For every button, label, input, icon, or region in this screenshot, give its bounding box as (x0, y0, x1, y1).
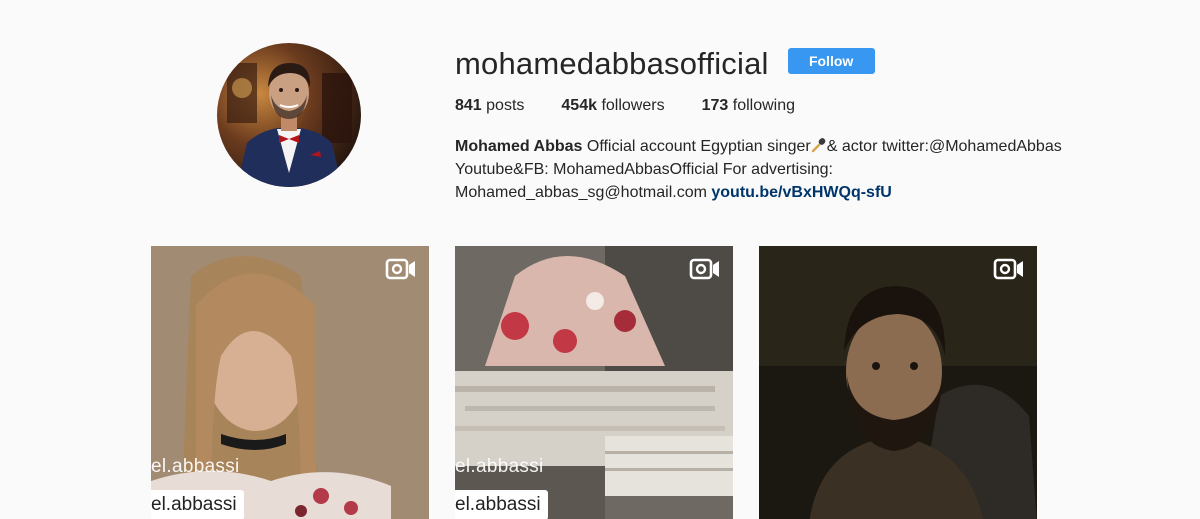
following-count: 173 (701, 97, 729, 114)
following-stat[interactable]: 173 following (702, 97, 795, 115)
microphone-icon (811, 138, 826, 153)
posts-label: posts (486, 97, 525, 114)
bio-link[interactable]: youtu.be/vBxHWQq-sfU (711, 184, 891, 201)
profile-avatar[interactable] (217, 43, 361, 187)
title-row: mohamedabbasofficial Follow (455, 44, 1115, 84)
post-thumbnail[interactable]: el.abbassi el.abbassi (151, 246, 429, 519)
post-watermark: el.abbassi (455, 456, 544, 477)
profile-page: mohamedabbasofficial Follow 841 posts 45… (0, 0, 1200, 519)
post-thumbnail[interactable] (759, 246, 1037, 519)
bio-line-2: Youtube&FB: MohamedAbbasOfficial For adv… (455, 161, 833, 178)
profile-stats: 841 posts 454k followers 173 following (455, 97, 1115, 115)
bio-line-3: Mohamed_abbas_sg@hotmail.com youtu.be/vB… (455, 181, 1115, 204)
post-watermark: el.abbassi (151, 456, 240, 477)
video-camera-icon (689, 258, 719, 280)
post-watermark-label: el.abbassi (151, 490, 244, 519)
followers-label: followers (601, 97, 665, 114)
post-image (151, 246, 429, 519)
bio-text-2: & actor twitter:@MohamedAbbas (826, 138, 1062, 155)
profile-info: mohamedabbasofficial Follow 841 posts 45… (455, 44, 1115, 204)
post-image (455, 246, 733, 519)
post-thumbnail[interactable]: el.abbassi el.abbassi (455, 246, 733, 519)
post-watermark-label: el.abbassi (455, 490, 548, 519)
follow-button[interactable]: Follow (787, 48, 875, 74)
video-camera-icon (993, 258, 1023, 280)
profile-username: mohamedabbasofficial (455, 46, 769, 81)
posts-count: 841 (455, 97, 482, 114)
post-image (759, 246, 1037, 519)
following-label: following (732, 97, 796, 114)
followers-count: 454k (561, 97, 597, 114)
bio-email: Mohamed_abbas_sg@hotmail.com (455, 184, 712, 201)
followers-stat[interactable]: 454k followers (561, 97, 664, 115)
profile-bio: Mohamed Abbas Official account Egyptian … (455, 135, 1115, 204)
bio-text-1: Official account Egyptian singer (582, 138, 811, 155)
profile-full-name: Mohamed Abbas (455, 138, 583, 155)
bio-line-1: Mohamed Abbas Official account Egyptian … (455, 135, 1115, 158)
video-camera-icon (385, 258, 415, 280)
posts-stat: 841 posts (455, 97, 524, 115)
